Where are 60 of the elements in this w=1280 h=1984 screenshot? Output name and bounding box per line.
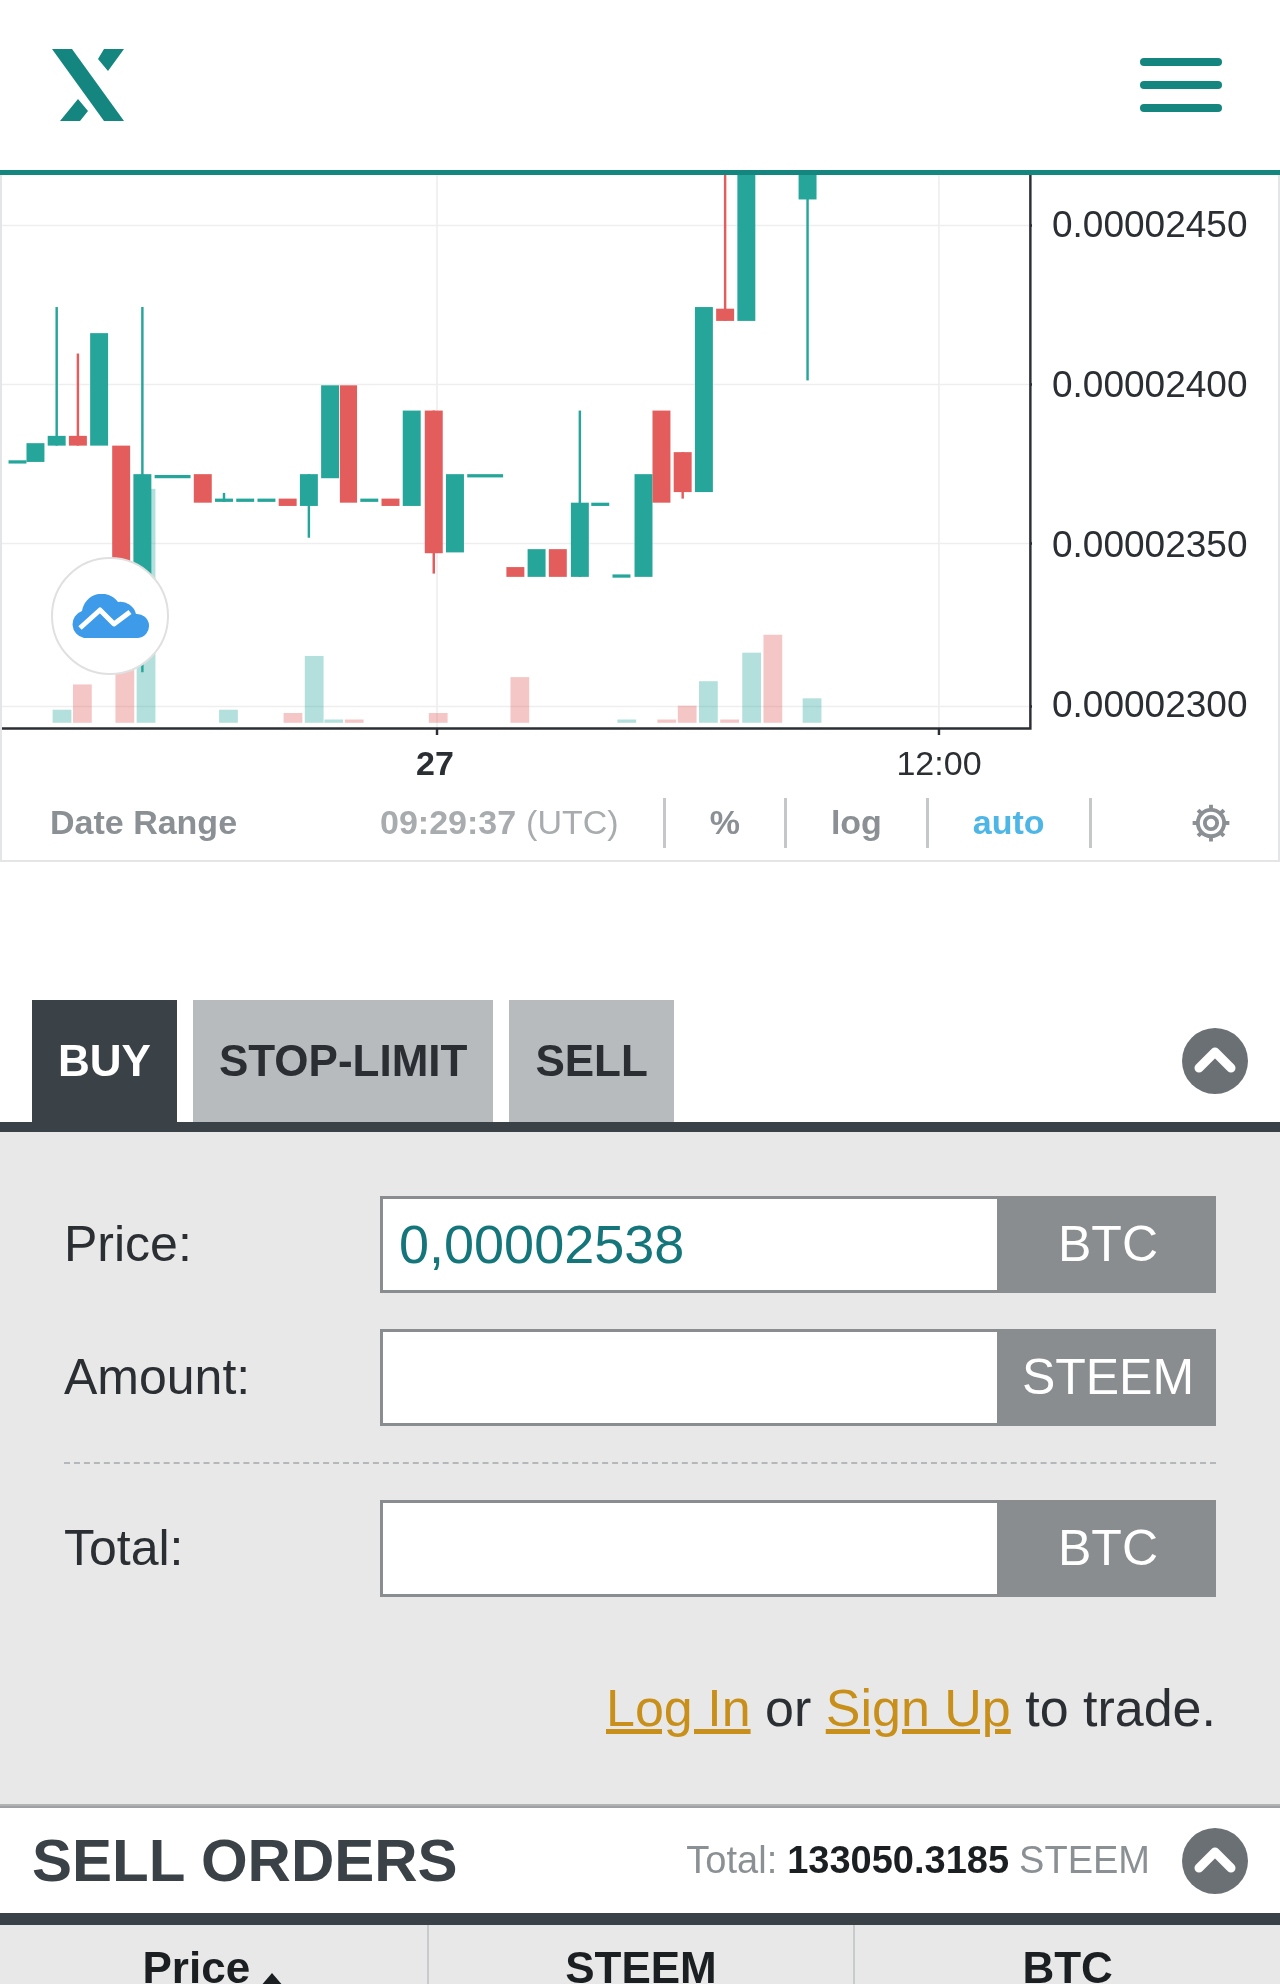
candle	[381, 498, 400, 506]
chart-option[interactable]: log	[830, 797, 882, 848]
candle	[193, 474, 212, 503]
logo-icon[interactable]	[52, 49, 124, 121]
total-unit: STEEM	[1019, 1838, 1150, 1883]
column-header[interactable]: STEEM	[565, 1943, 717, 1984]
axis-label: 0.00002350	[1052, 528, 1248, 562]
candle	[591, 502, 610, 506]
unit-label: STEEM	[1000, 1329, 1216, 1426]
cloud-chart-icon	[70, 594, 150, 638]
total-label: Total:	[686, 1838, 778, 1883]
volume-bar	[742, 652, 762, 723]
axis-label: 27	[416, 743, 454, 783]
unit-label: BTC	[1000, 1196, 1216, 1293]
order-tab[interactable]: SELL	[509, 1000, 674, 1122]
timezone-label: (UTC)	[526, 802, 619, 843]
candle	[236, 498, 255, 502]
candle	[215, 492, 233, 502]
axis-label: 0.00002300	[1052, 688, 1248, 722]
volume-bar	[428, 713, 448, 723]
input-field[interactable]	[380, 1329, 1000, 1426]
volume-bar	[617, 719, 637, 723]
section-title: SELL ORDERS	[32, 1825, 458, 1896]
volume-bar	[219, 709, 238, 723]
input-field[interactable]: 0,00002538	[380, 1196, 1000, 1293]
volume-bar	[802, 698, 822, 723]
order-tab[interactable]: STOP-LIMIT	[192, 1000, 494, 1122]
input-field[interactable]	[380, 1500, 1000, 1597]
volume-bar	[720, 719, 739, 723]
candle	[506, 567, 525, 577]
unit-label: BTC	[1000, 1500, 1216, 1597]
candle	[612, 574, 631, 578]
column-header[interactable]: Price	[142, 1943, 251, 1984]
login-prompt: Log In or Sign Up to trade.	[605, 1678, 1216, 1739]
axis-label: 12:00	[896, 743, 982, 783]
candle	[299, 474, 318, 538]
order-tab[interactable]: BUY	[32, 1000, 177, 1122]
candle	[467, 474, 504, 478]
volume-bar	[699, 681, 718, 723]
candle	[527, 549, 546, 577]
collapse-button[interactable]	[1182, 1028, 1248, 1094]
axis-label: 0.00002450	[1052, 208, 1248, 242]
date-range-link[interactable]: Date Range	[50, 797, 380, 848]
total-value: 133050.3185	[787, 1838, 1010, 1883]
field-label: Amount:	[64, 1348, 252, 1407]
volume-bar	[510, 677, 530, 723]
chart-option[interactable]: %	[709, 797, 740, 848]
clock-time: 09:29:37	[380, 802, 517, 843]
candle	[278, 498, 297, 506]
candle	[257, 498, 276, 502]
field-label: Total:	[64, 1519, 185, 1578]
candle	[548, 549, 567, 577]
menu-icon[interactable]	[1140, 58, 1222, 112]
collapse-button[interactable]	[1182, 1827, 1248, 1894]
field-label: Price:	[64, 1215, 193, 1274]
axis-label: 0.00002400	[1052, 368, 1248, 402]
column-header[interactable]: BTC	[1022, 1943, 1113, 1984]
candle	[673, 452, 692, 499]
candle	[154, 474, 191, 479]
candle	[360, 498, 379, 502]
